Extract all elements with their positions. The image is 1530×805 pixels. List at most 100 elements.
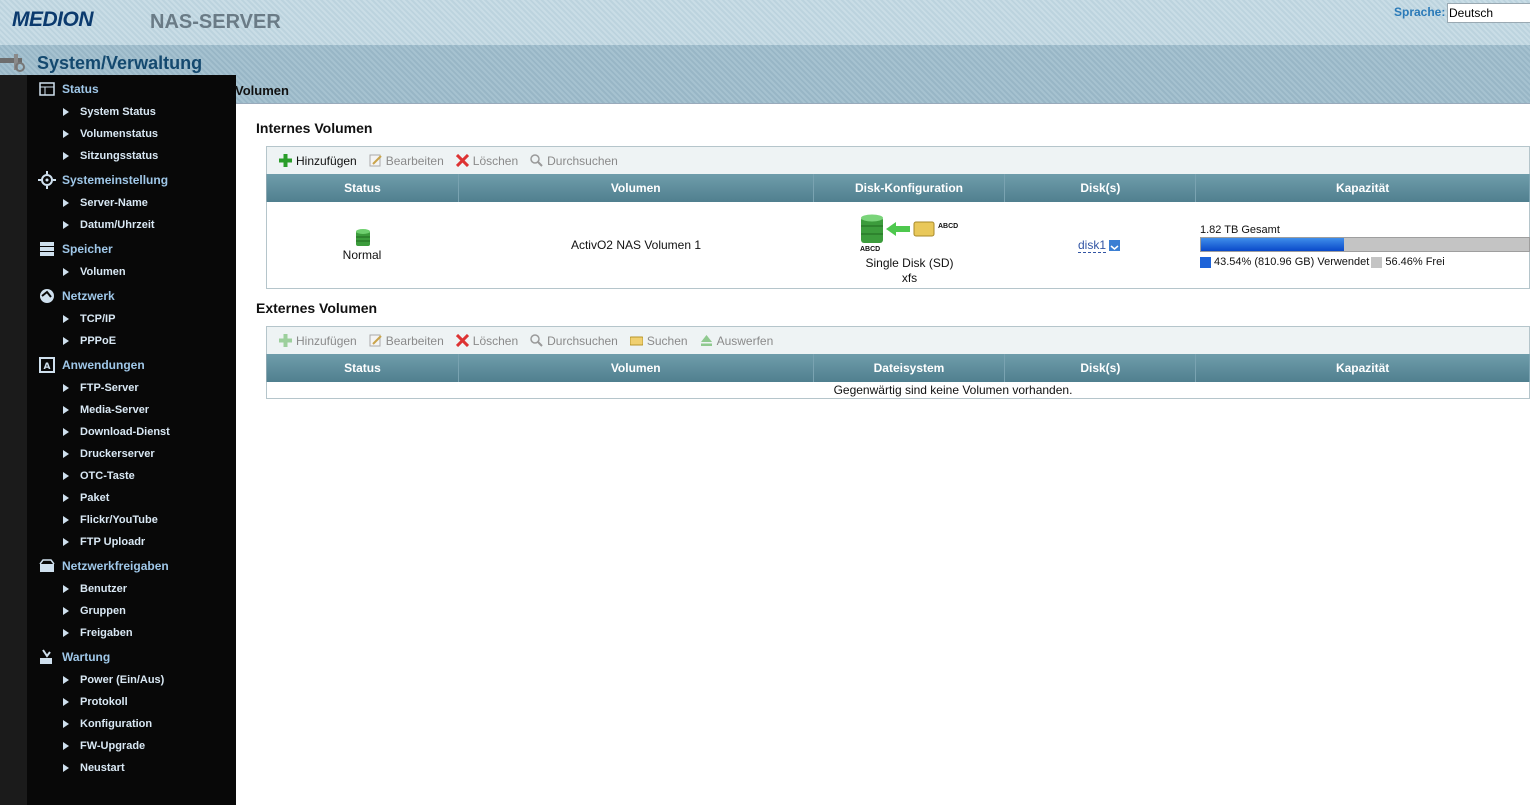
menu-group-netzwerk[interactable]: Netzwerk <box>38 285 115 307</box>
sidebar-item-label: FTP Uploadr <box>80 536 146 548</box>
plus-icon <box>279 154 292 167</box>
sidebar-item-freigaben[interactable]: Freigaben <box>63 623 133 643</box>
menu-group-anwendungen[interactable]: A Anwendungen <box>38 354 145 376</box>
menu-group-label: Netzwerkfreigaben <box>62 559 169 573</box>
language-select[interactable]: Deutsch <box>1447 3 1530 23</box>
magnifier-icon <box>530 154 543 167</box>
sidebar-item-otc-taste[interactable]: OTC-Taste <box>63 466 135 486</box>
col-status[interactable]: Status <box>267 174 459 202</box>
add-button[interactable]: Hinzufügen <box>279 154 357 168</box>
sidebar-item-protokoll[interactable]: Protokoll <box>63 692 128 712</box>
triangle-right-icon <box>63 108 69 116</box>
menu-group-wartung[interactable]: Wartung <box>38 646 110 668</box>
browse-button[interactable]: Durchsuchen <box>530 334 618 348</box>
sidebar-item-druckerserver[interactable]: Druckerserver <box>63 444 155 464</box>
internal-toolbar: Hinzufügen Bearbeiten Löschen Durchsuche… <box>266 146 1530 174</box>
sidebar-item-gruppen[interactable]: Gruppen <box>63 601 126 621</box>
sidebar-item-power[interactable]: Power (Ein/Aus) <box>63 670 164 690</box>
edit-button[interactable]: Bearbeiten <box>369 334 444 348</box>
menu-group-label: Anwendungen <box>62 358 145 372</box>
disk-config-fs: xfs <box>901 271 918 285</box>
eject-icon <box>700 335 712 346</box>
col-capacity[interactable]: Kapazität <box>1196 354 1530 382</box>
magnifier-icon <box>530 334 543 347</box>
top-header: MEDION NAS-SERVER Sprache: Deutsch <box>0 0 1530 45</box>
sidebar-item-flickr-youtube[interactable]: Flickr/YouTube <box>63 510 158 530</box>
sidebar-item-label: Konfiguration <box>80 718 153 730</box>
volume-name: ActivO2 NAS Volumen 1 <box>570 238 702 252</box>
search-button[interactable]: Suchen <box>629 334 688 348</box>
sidebar-item-ftp-server[interactable]: FTP-Server <box>63 378 139 398</box>
menu-group-label: Wartung <box>62 650 111 664</box>
sidebar-item-pppoe[interactable]: PPPoE <box>63 331 116 351</box>
col-disk-config[interactable]: Disk-Konfiguration <box>814 174 1006 202</box>
triangle-right-icon <box>63 428 69 436</box>
status-value: Normal <box>342 248 382 262</box>
triangle-right-icon <box>63 538 69 546</box>
menu-group-netzwerkfreigaben[interactable]: Netzwerkfreigaben <box>38 555 169 577</box>
add-button[interactable]: Hinzufügen <box>279 334 357 348</box>
disks-cell: disk1 <box>1078 238 1121 253</box>
sidebar-item-sitzungsstatus[interactable]: Sitzungsstatus <box>63 146 158 166</box>
edit-label: Bearbeiten <box>385 153 444 168</box>
col-volumen[interactable]: Volumen <box>459 174 814 202</box>
sidebar-item-konfiguration[interactable]: Konfiguration <box>63 714 152 734</box>
sidebar-item-server-name[interactable]: Server-Name <box>63 193 148 213</box>
menu-group-status[interactable]: Status <box>38 78 99 100</box>
sidebar-item-datum-uhrzeit[interactable]: Datum/Uhrzeit <box>63 215 155 235</box>
col-status[interactable]: Status <box>267 354 459 382</box>
sidebar-item-media-server[interactable]: Media-Server <box>63 400 149 420</box>
browse-label: Durchsuchen <box>547 333 618 348</box>
triangle-right-icon <box>63 698 69 706</box>
external-toolbar: Hinzufügen Bearbeiten Löschen Durchsuche… <box>266 326 1530 354</box>
sidebar-item-tcp-ip[interactable]: TCP/IP <box>63 309 115 329</box>
section-title: System/Verwaltung <box>37 53 203 73</box>
sidebar-item-system-status[interactable]: System Status <box>63 102 156 122</box>
col-dateisystem[interactable]: Dateisystem <box>814 354 1006 382</box>
menu-group-speicher[interactable]: Speicher <box>38 238 113 260</box>
sidebar-item-volumen[interactable]: Volumen <box>63 262 126 282</box>
menu-group-label: Systemeinstellung <box>62 173 169 187</box>
triangle-right-icon <box>63 221 69 229</box>
triangle-right-icon <box>63 516 69 524</box>
search-icon <box>629 336 643 346</box>
page-title: Volumen <box>235 83 289 98</box>
triangle-right-icon <box>63 607 69 615</box>
menu-group-systemeinstellung[interactable]: Systemeinstellung <box>38 169 168 191</box>
eject-button[interactable]: Auswerfen <box>700 334 773 348</box>
sidebar-item-label: System Status <box>80 106 156 118</box>
svg-text:A: A <box>44 362 51 372</box>
triangle-right-icon <box>63 130 69 138</box>
applications-icon: A <box>39 357 55 373</box>
sidebar-item-label: Volumenstatus <box>80 128 159 140</box>
shares-icon <box>39 559 55 572</box>
used-label: 43.54% (810.96 GB) Verwendet <box>1214 256 1370 268</box>
edit-button[interactable]: Bearbeiten <box>369 154 444 168</box>
sidebar-item-label: Paket <box>80 492 110 504</box>
sidebar-item-benutzer[interactable]: Benutzer <box>63 579 127 599</box>
menu-group-label: Speicher <box>62 242 113 256</box>
dropdown-icon[interactable] <box>1109 240 1121 251</box>
sidebar-item-fw-upgrade[interactable]: FW-Upgrade <box>63 736 145 756</box>
col-disks[interactable]: Disk(s) <box>1005 174 1197 202</box>
sidebar-item-ftp-uploadr[interactable]: FTP Uploadr <box>63 532 145 552</box>
col-capacity[interactable]: Kapazität <box>1196 174 1530 202</box>
col-disks[interactable]: Disk(s) <box>1005 354 1197 382</box>
menu-group-label: Netzwerk <box>62 289 115 303</box>
sidebar-item-volumenstatus[interactable]: Volumenstatus <box>63 124 158 144</box>
delete-button[interactable]: Löschen <box>455 154 518 168</box>
browse-button[interactable]: Durchsuchen <box>530 154 618 168</box>
external-table-header: Status Volumen Dateisystem Disk(s) Kapaz… <box>266 354 1530 382</box>
capacity-legend: 43.54% (810.96 GB) Verwendet 56.46% Frei <box>1200 256 1445 268</box>
brand-logo: MEDION <box>12 8 94 31</box>
disk-config-type: Single Disk (SD) <box>865 256 954 270</box>
sidebar-item-paket[interactable]: Paket <box>63 488 109 508</box>
col-volumen[interactable]: Volumen <box>459 354 814 382</box>
sidebar-item-download-dienst[interactable]: Download-Dienst <box>63 422 170 442</box>
disk-link[interactable]: disk1 <box>1078 238 1107 253</box>
delete-button[interactable]: Löschen <box>455 334 518 348</box>
triangle-right-icon <box>63 629 69 637</box>
sidebar-item-neustart[interactable]: Neustart <box>63 758 125 778</box>
sidebar-item-label: PPPoE <box>80 335 117 347</box>
delete-icon <box>455 334 469 347</box>
